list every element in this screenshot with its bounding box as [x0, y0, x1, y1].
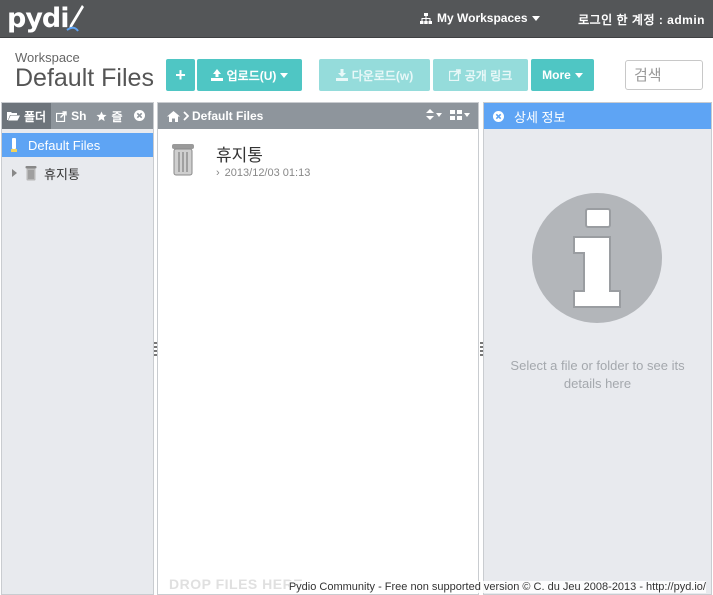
- tab-folders[interactable]: 폴더: [2, 103, 52, 129]
- sitemap-icon: [420, 12, 432, 24]
- chevron-down-icon: [531, 15, 540, 21]
- user-menu[interactable]: 로그인 한 계정 : admin: [578, 11, 705, 28]
- info-icon: [532, 193, 662, 323]
- pen-logo-icon: [66, 5, 84, 32]
- page-title: Default Files: [15, 64, 154, 92]
- details-pane: 상세 정보 Select a file or folder to see its…: [483, 102, 712, 595]
- workspaces-label: My Workspaces: [437, 11, 528, 25]
- home-icon[interactable]: [167, 110, 180, 122]
- tree-item-label: 휴지통: [44, 166, 80, 182]
- more-button-label: More: [542, 68, 571, 82]
- share-icon: [448, 69, 461, 81]
- breadcrumb-current[interactable]: Default Files: [192, 109, 263, 123]
- chevron-right-icon: [183, 111, 189, 121]
- upload-icon: [210, 69, 223, 81]
- chevron-right-icon: ›: [216, 167, 220, 179]
- details-header: 상세 정보: [484, 103, 711, 129]
- star-icon: [96, 110, 107, 121]
- folder-tree-pane: 폴더 Sh 즐 Default Files 휴지통: [1, 102, 154, 595]
- search-input[interactable]: [625, 60, 703, 90]
- chevron-down-icon: [436, 112, 442, 117]
- details-empty-message: Select a file or folder to see its detai…: [510, 358, 685, 391]
- file-date: › 2013/12/03 01:13: [216, 167, 310, 179]
- drop-files-hint: DROP FILES HERE: [169, 576, 304, 592]
- tab-shared[interactable]: Sh: [51, 103, 91, 129]
- breadcrumb: Default Files: [158, 103, 478, 129]
- share-icon: [56, 110, 67, 122]
- file-list-pane: Default Files 휴지통 › 2013/12/03 01:13 DRO…: [157, 102, 479, 595]
- add-button-label: +: [175, 64, 186, 85]
- download-button[interactable]: 다운로드(w): [319, 59, 430, 91]
- download-icon: [335, 69, 348, 81]
- tab-bookmarks-label: 즐: [111, 109, 123, 124]
- public-link-button[interactable]: 공개 링크: [433, 59, 528, 91]
- sort-icon[interactable]: [426, 109, 434, 120]
- file-name: 휴지통: [216, 146, 263, 165]
- footer-copyright: Pydio Community - Free non supported ver…: [288, 581, 706, 593]
- chevron-down-icon: [464, 112, 470, 117]
- tree-item-label: Default Files: [28, 137, 101, 153]
- details-title: 상세 정보: [514, 109, 566, 125]
- app-logo[interactable]: pydi: [7, 3, 70, 34]
- folder-open-icon: [7, 112, 20, 121]
- trash-icon: [25, 166, 37, 181]
- public-link-button-label: 공개 링크: [464, 68, 513, 83]
- workspace-label: Workspace: [15, 50, 80, 65]
- workspace-icon: [11, 138, 17, 152]
- file-date-value: 2013/12/03 01:13: [224, 167, 311, 179]
- tree-item-default-files[interactable]: Default Files: [2, 133, 153, 157]
- workspaces-menu[interactable]: My Workspaces: [420, 11, 540, 25]
- close-icon[interactable]: [134, 110, 145, 121]
- upload-button-label: 업로드(U): [226, 68, 277, 83]
- list-item[interactable]: 휴지통 › 2013/12/03 01:13: [170, 141, 470, 191]
- top-bar: pydi My Workspaces 로그인 한 계정 : admin: [0, 0, 713, 38]
- expand-arrow-icon[interactable]: [12, 169, 17, 177]
- chevron-down-icon: [280, 72, 289, 78]
- left-pane-header: 폴더 Sh 즐: [2, 103, 153, 129]
- trash-icon: [172, 144, 194, 176]
- upload-button[interactable]: 업로드(U): [197, 59, 302, 91]
- download-button-label: 다운로드(w): [351, 68, 414, 83]
- chevron-down-icon: [574, 72, 583, 78]
- view-mode-icon[interactable]: [450, 109, 462, 120]
- tab-bookmarks[interactable]: 즐: [91, 103, 127, 129]
- add-button[interactable]: +: [166, 59, 195, 91]
- tab-folders-label: 폴더: [24, 109, 47, 124]
- close-icon[interactable]: [493, 110, 504, 122]
- more-button[interactable]: More: [531, 59, 594, 91]
- tree-item-trash[interactable]: 휴지통: [2, 161, 153, 185]
- tab-shared-label: Sh: [71, 109, 87, 123]
